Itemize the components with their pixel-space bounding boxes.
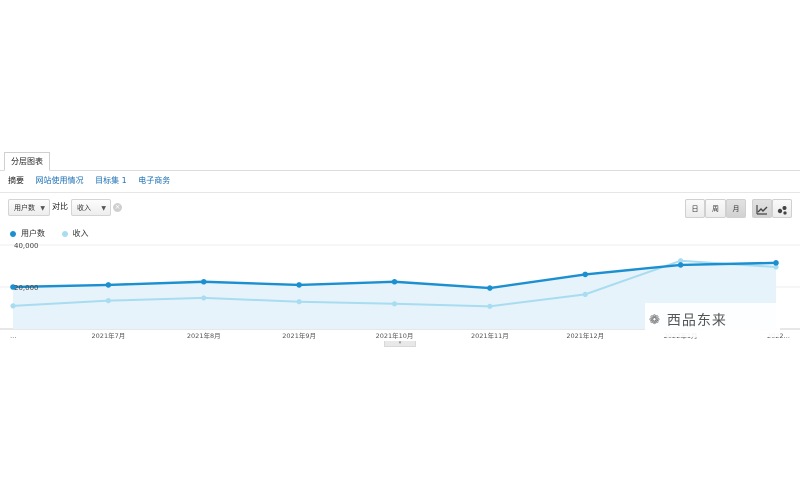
metric2-label: 收入 [77, 204, 91, 212]
watermark-text: 西品东来 [666, 313, 727, 329]
tab-strip: 分层图表 [0, 150, 800, 171]
users-point [582, 271, 589, 278]
scatter-chart-button[interactable] [772, 199, 792, 218]
interval-week-button[interactable]: 周 [705, 199, 726, 218]
interval-month-button[interactable]: 月 [726, 199, 746, 218]
subnav-summary[interactable]: 摘要 [8, 176, 24, 185]
tab-layered-chart[interactable]: 分层图表 [4, 152, 50, 171]
watermark: ❁ 西品东来 [645, 303, 780, 337]
legend-item-revenue[interactable]: 收入 [61, 228, 89, 240]
users-point [391, 278, 398, 285]
revenue-point [582, 291, 588, 297]
x-tick-label: 2021年12月 [566, 331, 604, 340]
subnav-site-usage[interactable]: 网站使用情况 [36, 176, 84, 185]
x-tick-label: … [10, 332, 17, 340]
metric1-dropdown[interactable]: 用户数 ▼ [8, 199, 50, 216]
revenue-point [391, 301, 398, 307]
legend-label-users: 用户数 [21, 229, 45, 238]
bubble-chart-icon [777, 206, 787, 215]
compare-label: 对比 [52, 202, 68, 211]
users-point [296, 282, 302, 288]
revenue-point [201, 295, 207, 301]
legend-dot-users [10, 231, 16, 237]
x-tick-label: 2021年8月 [187, 331, 221, 340]
legend-label-revenue: 收入 [72, 229, 89, 238]
revenue-point [296, 299, 302, 305]
line-chart-icon [756, 205, 768, 215]
x-tick-label: 2021年11月 [471, 331, 509, 340]
chevron-down-icon: ▼ [40, 205, 45, 212]
interval-day-button[interactable]: 日 [685, 199, 705, 218]
subnav: 摘要 网站使用情况 目标集 1 电子商务 [8, 174, 179, 188]
users-point [105, 282, 112, 288]
revenue-point [10, 303, 16, 309]
legend-dot-revenue [61, 231, 68, 237]
chart-scroll-handle[interactable]: ▾ [384, 341, 416, 347]
subnav-ecommerce[interactable]: 电子商务 [138, 176, 170, 185]
x-tick-label: 2021年7月 [92, 331, 126, 340]
line-chart-button[interactable] [752, 199, 772, 218]
chevron-down-icon: ▼ [101, 205, 106, 212]
remove-comparison-icon[interactable]: × [113, 203, 122, 212]
subnav-goal-set-1[interactable]: 目标集 1 [95, 176, 127, 185]
users-point [487, 285, 493, 291]
x-tick-label: 2021年10月 [376, 331, 414, 340]
users-point [677, 262, 684, 268]
metric2-dropdown[interactable]: 收入 ▼ [71, 199, 111, 216]
y-tick-label: 20,000 [14, 284, 39, 292]
revenue-point [487, 303, 493, 309]
revenue-point [105, 298, 111, 304]
users-point [773, 260, 779, 266]
users-point [200, 278, 207, 285]
y-tick-label: 40,000 [14, 242, 39, 250]
x-tick-label: 2021年9月 [282, 331, 316, 340]
wechat-icon: ❁ [649, 312, 661, 328]
metric1-label: 用户数 [14, 204, 35, 212]
legend-item-users[interactable]: 用户数 [10, 228, 45, 240]
subnav-divider [0, 192, 800, 193]
